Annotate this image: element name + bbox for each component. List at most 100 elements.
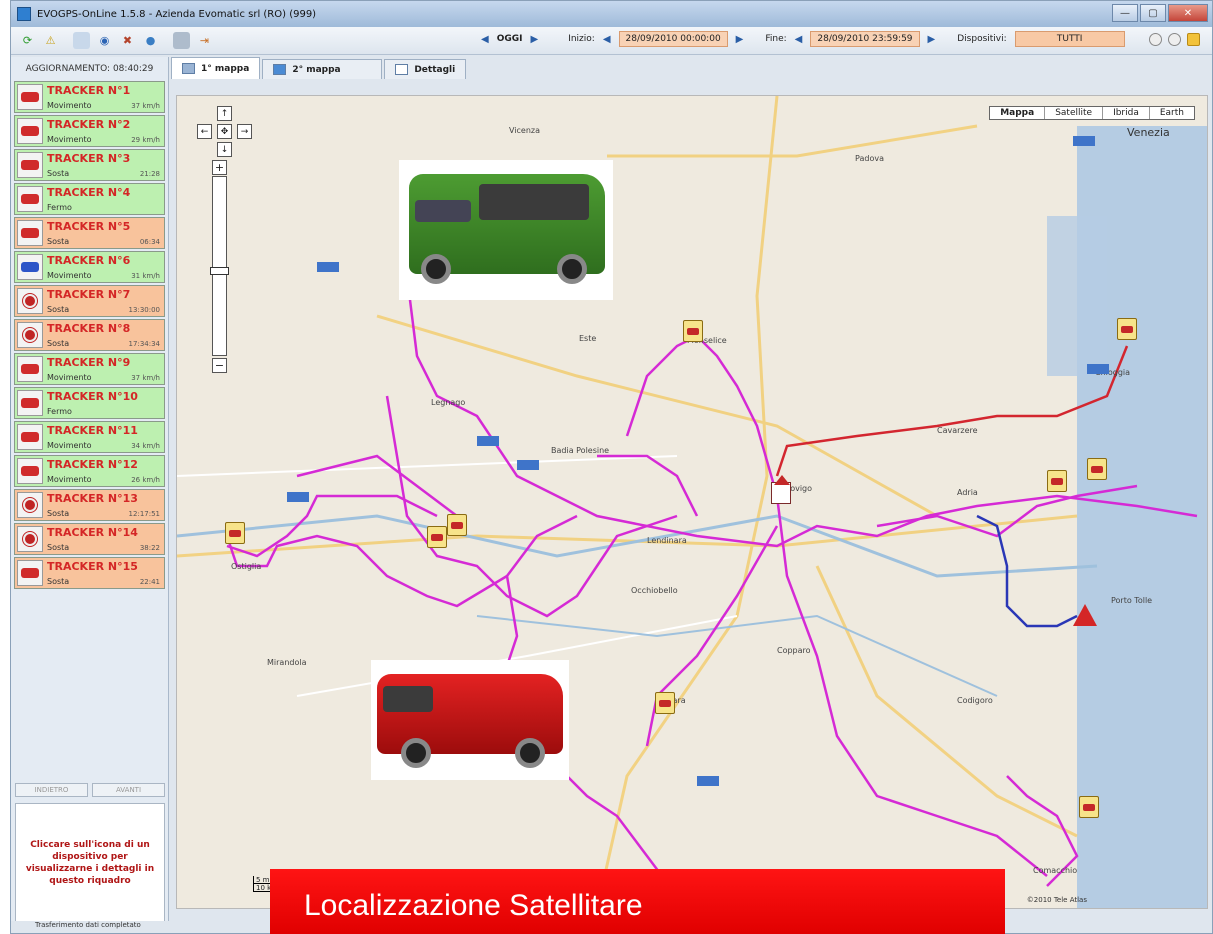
tab-map-2[interactable]: 2° mappa — [262, 59, 383, 79]
tracker-item[interactable]: TRACKER N°9 Movimento 37 km/h — [14, 353, 165, 385]
zoom-slider[interactable] — [210, 176, 229, 356]
tracker-item[interactable]: TRACKER N°11 Movimento 34 km/h — [14, 421, 165, 453]
prev-page-button[interactable]: INDIETRO — [15, 783, 88, 797]
folder-icon[interactable] — [1187, 33, 1200, 46]
warning-icon[interactable]: ⚠ — [42, 32, 59, 49]
map-type-satellite[interactable]: Satellite — [1044, 107, 1102, 119]
vehicle-icon[interactable] — [17, 118, 43, 144]
vehicle-icon[interactable] — [17, 526, 43, 552]
zoom-out-icon[interactable] — [1149, 33, 1162, 46]
vehicle-icon[interactable] — [17, 492, 43, 518]
start-next-icon[interactable]: ▶ — [736, 34, 744, 45]
end-prev-icon[interactable]: ◀ — [795, 34, 803, 45]
binoculars-icon[interactable]: ◉ — [96, 32, 113, 49]
today-button[interactable]: OGGI — [497, 34, 523, 44]
road-badge — [697, 776, 719, 786]
tracker-status: Sosta — [47, 509, 70, 518]
refresh-icon[interactable]: ⟳ — [19, 32, 36, 49]
pan-up-icon[interactable]: ↑ — [217, 106, 232, 121]
vehicle-marker[interactable] — [447, 514, 467, 536]
tracker-item[interactable]: TRACKER N°3 Sosta 21:28 — [14, 149, 165, 181]
map-type-earth[interactable]: Earth — [1148, 107, 1194, 119]
prev-day-icon[interactable]: ◀ — [481, 34, 489, 45]
vehicle-icon[interactable] — [17, 186, 43, 212]
screen-icon[interactable] — [173, 32, 190, 49]
tracker-item[interactable]: TRACKER N°5 Sosta 06:34 — [14, 217, 165, 249]
tracker-item[interactable]: TRACKER N°6 Movimento 31 km/h — [14, 251, 165, 283]
tracker-name: TRACKER N°5 — [47, 220, 131, 233]
road-badge — [1087, 364, 1109, 374]
tools-icon[interactable]: ✖ — [119, 32, 136, 49]
start-prev-icon[interactable]: ◀ — [603, 34, 611, 45]
tracker-item[interactable]: TRACKER N°4 Fermo — [14, 183, 165, 215]
tracker-name: TRACKER N°1 — [47, 84, 131, 97]
city-label: Lendinara — [647, 536, 687, 545]
end-date-field[interactable]: 28/09/2010 23:59:59 — [810, 31, 920, 47]
vehicle-marker[interactable] — [1047, 470, 1067, 492]
pan-center-icon[interactable]: ✥ — [217, 124, 232, 139]
zoom-out-button[interactable]: − — [212, 358, 227, 373]
tracker-name: TRACKER N°14 — [47, 526, 138, 539]
vehicle-icon[interactable] — [17, 220, 43, 246]
maximize-button[interactable]: ▢ — [1140, 4, 1166, 22]
vehicle-marker[interactable] — [683, 320, 703, 342]
map-icon[interactable] — [73, 32, 90, 49]
vehicle-marker[interactable] — [655, 692, 675, 714]
pan-down-icon[interactable]: ↓ — [217, 142, 232, 157]
tracker-item[interactable]: TRACKER N°13 Sosta 12:17:51 — [14, 489, 165, 521]
vehicle-marker[interactable] — [1079, 796, 1099, 818]
tracker-status: Fermo — [47, 407, 72, 416]
start-date-field[interactable]: 28/09/2010 00:00:00 — [618, 31, 728, 47]
pan-left-icon[interactable]: ← — [197, 124, 212, 139]
map-type-ibrida[interactable]: Ibrida — [1102, 107, 1149, 119]
tab-label: Dettagli — [414, 64, 456, 75]
zoom-thumb[interactable] — [210, 267, 229, 275]
exit-icon[interactable]: ⇥ — [196, 32, 213, 49]
minimize-button[interactable]: — — [1112, 4, 1138, 22]
vehicle-icon[interactable] — [17, 254, 43, 280]
vehicle-icon[interactable] — [17, 390, 43, 416]
vehicle-marker[interactable] — [1087, 458, 1107, 480]
vehicle-icon[interactable] — [17, 152, 43, 178]
map-view[interactable]: Venezia Padova Vicenza Chioggia Rovigo A… — [176, 95, 1208, 909]
next-page-button[interactable]: AVANTI — [92, 783, 165, 797]
tracker-name: TRACKER N°3 — [47, 152, 131, 165]
vehicle-icon[interactable] — [17, 322, 43, 348]
tab-details[interactable]: Dettagli — [384, 59, 467, 79]
tracker-item[interactable]: TRACKER N°12 Movimento 26 km/h — [14, 455, 165, 487]
tracker-speed: 37 km/h — [131, 374, 160, 382]
vehicle-icon[interactable] — [17, 560, 43, 586]
home-marker[interactable] — [771, 475, 791, 504]
vehicle-marker[interactable] — [225, 522, 245, 544]
tracker-item[interactable]: TRACKER N°15 Sosta 22:41 — [14, 557, 165, 589]
tracker-item[interactable]: TRACKER N°10 Fermo — [14, 387, 165, 419]
tracker-item[interactable]: TRACKER N°7 Sosta 13:30:00 — [14, 285, 165, 317]
tracker-item[interactable]: TRACKER N°1 Movimento 37 km/h — [14, 81, 165, 113]
tracker-item[interactable]: TRACKER N°8 Sosta 17:34:34 — [14, 319, 165, 351]
globe-icon[interactable]: ● — [142, 32, 159, 49]
route-layer — [177, 96, 1198, 908]
tracker-status: Sosta — [47, 169, 70, 178]
tracker-speed: 38:22 — [139, 544, 160, 552]
map-type-mappa[interactable]: Mappa — [990, 107, 1044, 119]
devices-select[interactable]: TUTTI — [1014, 31, 1125, 47]
pan-right-icon[interactable]: → — [237, 124, 252, 139]
vehicle-icon[interactable] — [17, 84, 43, 110]
settings-icon[interactable] — [1168, 33, 1181, 46]
vehicle-marker[interactable] — [1117, 318, 1137, 340]
tracker-item[interactable]: TRACKER N°2 Movimento 29 km/h — [14, 115, 165, 147]
tracker-name: TRACKER N°6 — [47, 254, 131, 267]
tab-map-1[interactable]: 1° mappa — [171, 57, 261, 79]
vehicle-icon[interactable] — [17, 458, 43, 484]
alarm-marker[interactable] — [1073, 604, 1097, 626]
end-next-icon[interactable]: ▶ — [928, 34, 936, 45]
tracker-item[interactable]: TRACKER N°14 Sosta 38:22 — [14, 523, 165, 555]
zoom-in-button[interactable]: + — [212, 160, 227, 175]
next-day-icon[interactable]: ▶ — [530, 34, 538, 45]
vehicle-icon[interactable] — [17, 288, 43, 314]
vehicle-icon[interactable] — [17, 356, 43, 382]
vehicle-icon[interactable] — [17, 424, 43, 450]
close-button[interactable]: ✕ — [1168, 4, 1208, 22]
vehicle-marker[interactable] — [427, 526, 447, 548]
end-label: Fine: — [765, 34, 787, 44]
